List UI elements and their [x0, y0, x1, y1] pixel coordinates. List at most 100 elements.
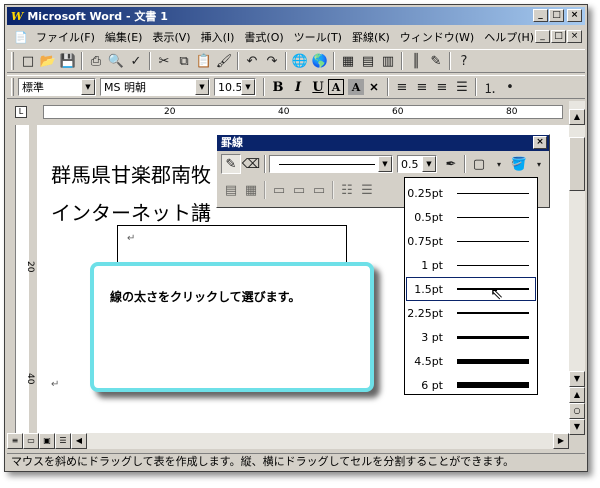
print-icon[interactable]: ⎙: [86, 51, 106, 71]
justify-icon[interactable]: ☰: [452, 77, 472, 97]
tables-toolbar-title[interactable]: 罫線 ×: [217, 135, 549, 151]
word-app-icon: W: [11, 9, 24, 23]
scroll-down-button[interactable]: ▼: [569, 371, 585, 387]
line-width-label: 2.25pt: [407, 306, 443, 320]
char-border-icon[interactable]: A: [328, 79, 344, 95]
line-width-option[interactable]: 0.5pt: [407, 206, 535, 228]
web-toolbar-icon[interactable]: 🌎: [310, 51, 330, 71]
menu-format[interactable]: 書式(O): [239, 29, 288, 45]
shading-color-icon[interactable]: 🪣: [509, 154, 529, 174]
close-icon[interactable]: ×: [533, 136, 547, 149]
align-left-icon[interactable]: ≡: [392, 77, 412, 97]
close-button[interactable]: ×: [567, 9, 582, 22]
save-icon[interactable]: 💾: [58, 51, 78, 71]
font-select[interactable]: MS 明朝 ▼: [100, 78, 210, 96]
menu-edit[interactable]: 編集(E): [100, 29, 148, 45]
align-center-icon[interactable]: ≡: [412, 77, 432, 97]
scroll-up-button[interactable]: ▲: [569, 109, 585, 125]
line-width-option[interactable]: 1.5pt: [406, 277, 536, 301]
menu-window[interactable]: ウィンドウ(W): [395, 29, 479, 45]
cut-icon[interactable]: ✂: [154, 51, 174, 71]
format-painter-icon[interactable]: 🖌: [214, 51, 234, 71]
align-middle-icon[interactable]: ▭: [289, 180, 309, 200]
line-width-option[interactable]: 2.25pt: [407, 302, 535, 324]
minimize-button[interactable]: _: [533, 9, 548, 22]
tables-borders-icon[interactable]: ▦: [338, 51, 358, 71]
browse-object-button[interactable]: ○: [569, 403, 585, 419]
distribute-rows-icon[interactable]: ☷: [337, 180, 357, 200]
undo-icon[interactable]: ↶: [242, 51, 262, 71]
open-icon[interactable]: 📂: [38, 51, 58, 71]
normal-view-button[interactable]: ≡: [7, 433, 23, 449]
insert-table-icon[interactable]: ▤: [358, 51, 378, 71]
italic-button[interactable]: I: [288, 77, 308, 97]
insert-excel-icon[interactable]: ▥: [378, 51, 398, 71]
prev-page-button[interactable]: ▲: [569, 387, 585, 403]
print-preview-icon[interactable]: 🔍: [106, 51, 126, 71]
maximize-button[interactable]: □: [549, 9, 564, 22]
scroll-right-button[interactable]: ▶: [553, 433, 569, 449]
web-layout-button[interactable]: ▭: [23, 433, 39, 449]
char-shading-icon[interactable]: A: [348, 79, 364, 95]
doc-close-button[interactable]: ×: [567, 30, 582, 43]
line-style-select[interactable]: ▼: [269, 155, 393, 173]
line-width-option[interactable]: 0.25pt: [407, 182, 535, 204]
line-width-option[interactable]: 6 pt: [407, 374, 535, 396]
bold-button[interactable]: B: [268, 77, 288, 97]
line-width-option[interactable]: 0.75pt: [407, 230, 535, 252]
style-select[interactable]: 標準 ▼: [18, 78, 96, 96]
help-icon[interactable]: ?: [454, 51, 474, 71]
spelling-icon[interactable]: ✓: [126, 51, 146, 71]
line-width-sample: [457, 193, 529, 194]
align-right-icon[interactable]: ≡: [432, 77, 452, 97]
draw-table-icon[interactable]: ✎: [221, 154, 241, 174]
tab-selector-icon[interactable]: L: [15, 106, 27, 118]
redo-icon[interactable]: ↷: [262, 51, 282, 71]
line-width-option[interactable]: 4.5pt: [407, 350, 535, 372]
font-size-value: 10.5: [218, 80, 243, 94]
window-title: Microsoft Word - 文書 1: [27, 10, 168, 23]
paste-icon[interactable]: 📋: [194, 51, 214, 71]
outline-view-button[interactable]: ☰: [55, 433, 71, 449]
numbering-icon[interactable]: ⒈: [480, 77, 500, 97]
menu-insert[interactable]: 挿入(I): [196, 29, 240, 45]
align-top-icon[interactable]: ▭: [269, 180, 289, 200]
doc-restore-button[interactable]: □: [551, 30, 566, 43]
scroll-left-button[interactable]: ◀: [71, 433, 87, 449]
distribute-columns-icon[interactable]: ☰: [357, 180, 377, 200]
horizontal-ruler: L 20 40 60 80: [7, 101, 585, 123]
doc-minimize-button[interactable]: _: [535, 30, 550, 43]
align-bottom-icon[interactable]: ▭: [309, 180, 329, 200]
split-cells-icon[interactable]: ▦: [241, 180, 261, 200]
eraser-icon[interactable]: ⌫: [241, 154, 261, 174]
scroll-thumb[interactable]: [569, 137, 585, 191]
horizontal-scrollbar[interactable]: ≡ ▭ ▣ ☰ ◀ ▶: [7, 433, 569, 449]
outside-border-icon[interactable]: ▢: [469, 154, 489, 174]
columns-icon[interactable]: ║: [406, 51, 426, 71]
bullets-icon[interactable]: •: [500, 77, 520, 97]
next-page-button[interactable]: ▼: [569, 419, 585, 435]
mouse-pointer-icon: ⇖: [490, 284, 504, 303]
border-color-icon[interactable]: ✒: [441, 154, 461, 174]
menu-file[interactable]: ファイル(F): [31, 29, 100, 45]
line-width-select[interactable]: 0.5 ▼: [397, 155, 437, 173]
hyperlink-icon[interactable]: 🌐: [290, 51, 310, 71]
chevron-down-icon[interactable]: ▾: [489, 154, 509, 174]
char-scaling-icon[interactable]: ✕: [364, 77, 384, 97]
new-icon[interactable]: □: [18, 51, 38, 71]
underline-button[interactable]: U: [308, 77, 328, 97]
line-width-option[interactable]: 1 pt: [407, 254, 535, 276]
menu-table[interactable]: 罫線(K): [347, 29, 395, 45]
copy-icon[interactable]: ⧉: [174, 51, 194, 71]
drawing-icon[interactable]: ✎: [426, 51, 446, 71]
line-width-option[interactable]: 3 pt: [407, 326, 535, 348]
merge-cells-icon[interactable]: ▤: [221, 180, 241, 200]
font-size-select[interactable]: 10.5 ▼: [214, 78, 256, 96]
menu-tools[interactable]: ツール(T): [289, 29, 347, 45]
menu-view[interactable]: 表示(V): [147, 29, 195, 45]
menu-help[interactable]: ヘルプ(H): [479, 29, 539, 45]
print-layout-button[interactable]: ▣: [39, 433, 55, 449]
chevron-down-icon[interactable]: ▾: [529, 154, 549, 174]
vertical-scrollbar[interactable]: ▲ ▼ ▲ ○ ▼: [569, 101, 585, 435]
document-icon[interactable]: 📄: [11, 27, 31, 47]
